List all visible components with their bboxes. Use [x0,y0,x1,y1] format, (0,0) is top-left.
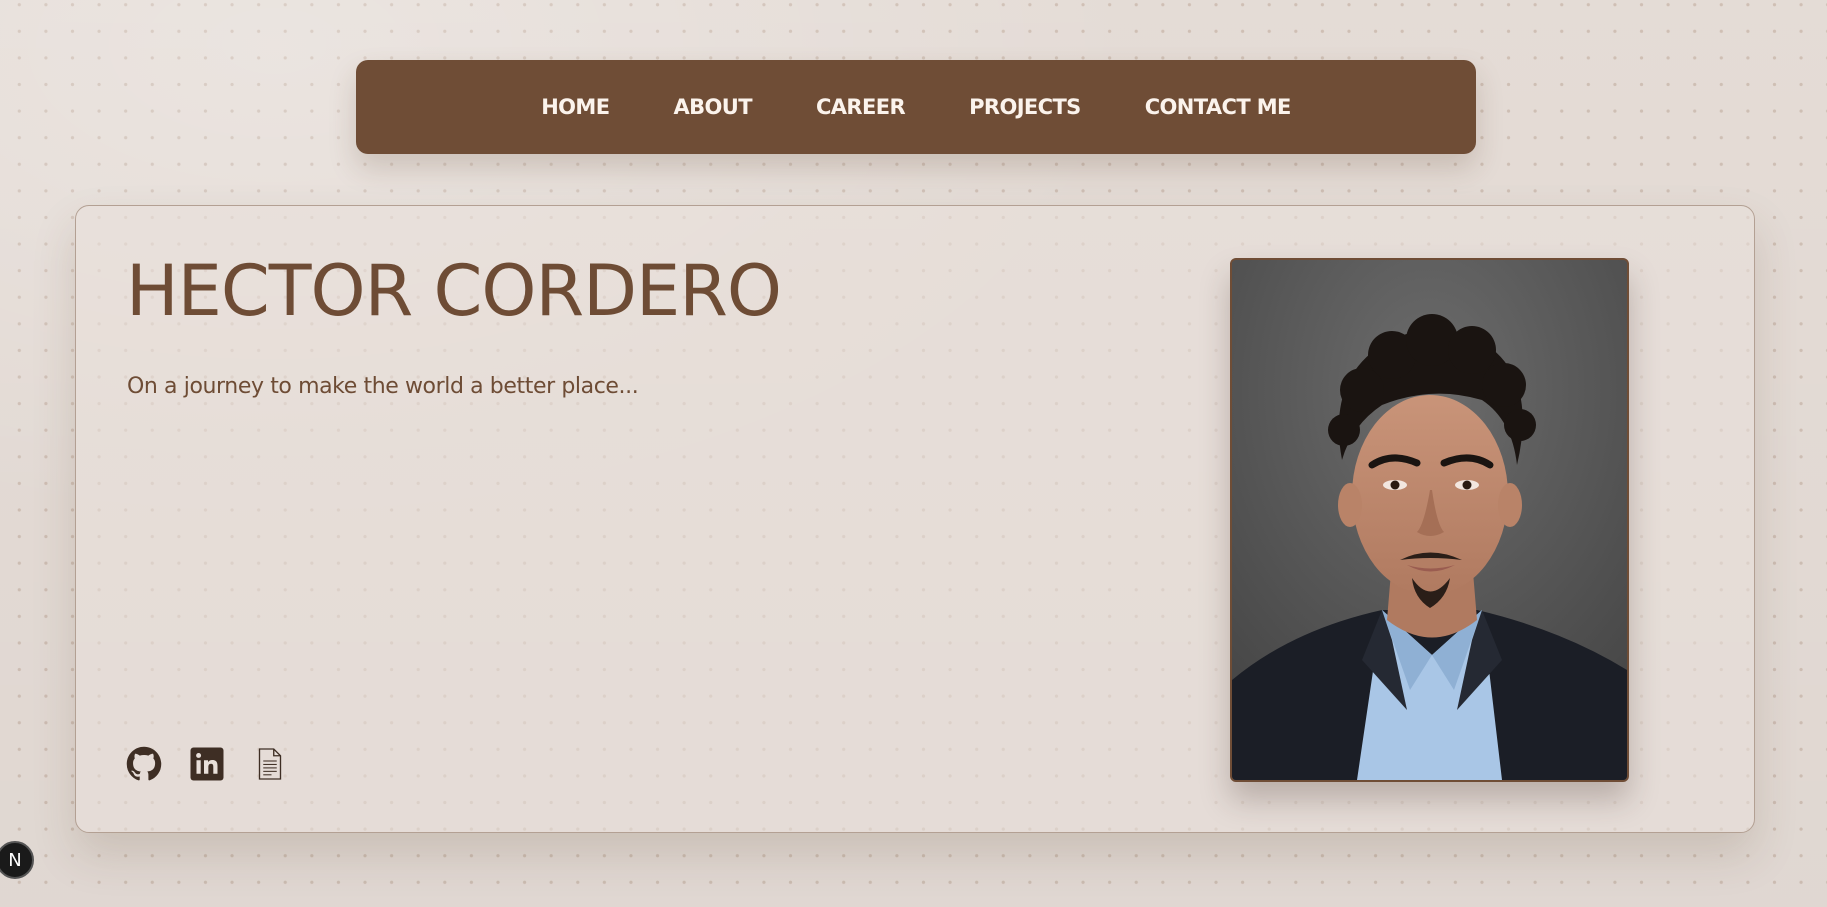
document-icon[interactable] [252,746,288,782]
nav-contact-me[interactable]: CONTACT ME [1145,95,1292,119]
nav-career[interactable]: CAREER [816,95,906,119]
hero-card: HECTOR CORDERO On a journey to make the … [75,205,1755,833]
hero-tagline: On a journey to make the world a better … [127,374,639,399]
portrait-photo [1230,258,1629,782]
dev-tools-badge[interactable]: N [0,841,34,879]
nav-projects[interactable]: PROJECTS [969,95,1081,119]
github-icon[interactable] [126,746,162,782]
social-links [126,746,288,782]
nav-about[interactable]: ABOUT [673,95,752,119]
linkedin-icon[interactable] [189,746,225,782]
hero-name: HECTOR CORDERO [126,250,782,332]
top-navigation: HOME ABOUT CAREER PROJECTS CONTACT ME [356,60,1476,154]
nav-home[interactable]: HOME [541,95,610,119]
